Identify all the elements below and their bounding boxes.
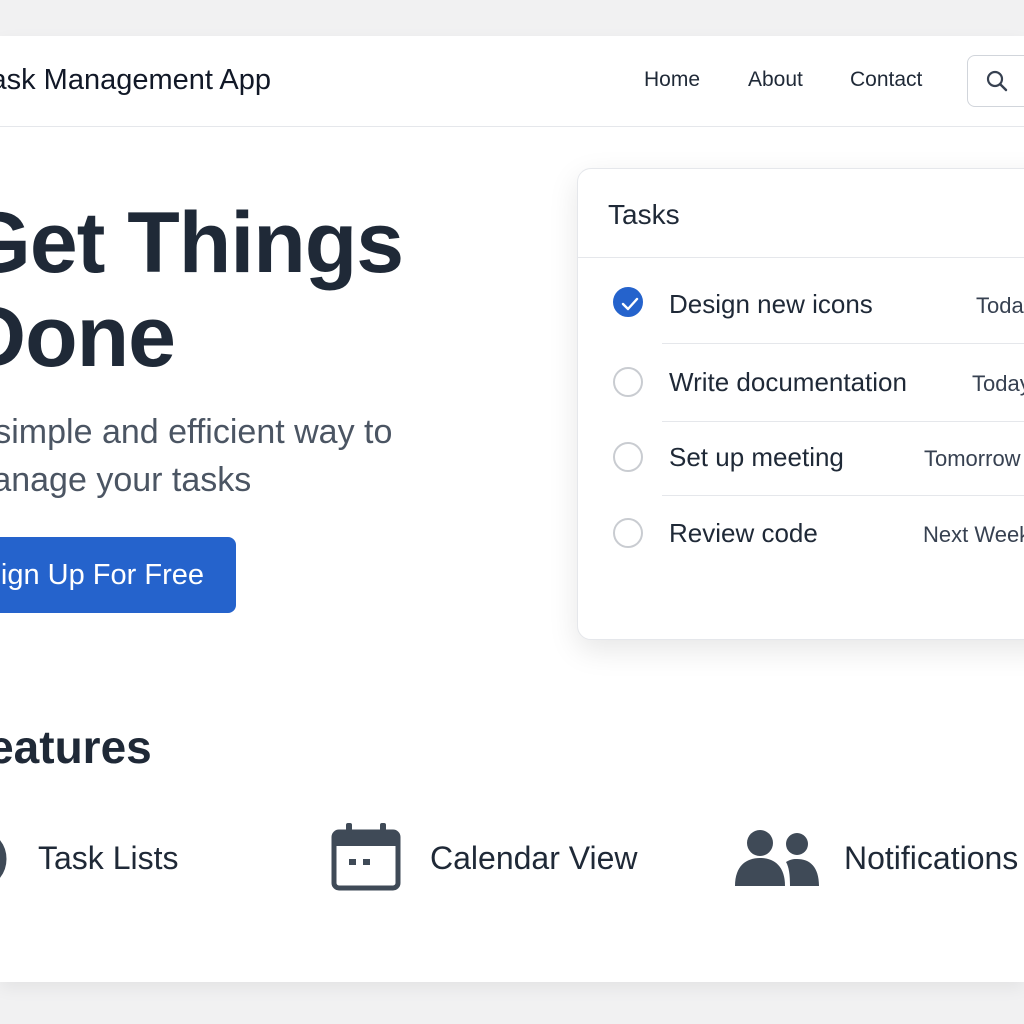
feature-calendar-view-label: Calendar View <box>430 840 638 876</box>
top-navbar: Task Management App Home About Contact <box>0 36 1024 127</box>
hero-subtitle-line-1: A simple and efficient way to <box>0 413 393 451</box>
hero-subtitle-line-2: manage your tasks <box>0 461 252 499</box>
task-name: Review code <box>669 518 818 548</box>
features-heading: Features <box>0 721 152 773</box>
task-name: Write documentation <box>669 367 907 397</box>
task-row[interactable]: Design new icons Today <box>578 265 1024 341</box>
task-row[interactable]: Write documentation Today <box>578 345 1024 421</box>
task-list-icon <box>0 840 7 878</box>
feature-notifications-label: Notifications <box>844 840 1019 876</box>
calendar-icon <box>331 823 401 891</box>
hero-title-line-1: Get Things <box>0 195 404 291</box>
task-due: Next Week <box>923 522 1024 547</box>
users-icon <box>735 830 819 886</box>
task-checkbox[interactable] <box>613 518 643 548</box>
hero-subtitle: A simple and efficient way to manage you… <box>0 408 392 504</box>
task-checkbox[interactable] <box>613 442 643 472</box>
task-due: Tomorrow <box>924 446 1021 471</box>
nav-about-link[interactable]: About <box>748 68 803 92</box>
hero-title: Get Things Done <box>0 195 404 385</box>
task-row[interactable]: Set up meeting Tomorrow <box>578 421 1024 497</box>
feature-task-lists-label: Task Lists <box>38 840 179 876</box>
task-due: Today <box>972 371 1024 396</box>
task-name: Set up meeting <box>669 442 844 472</box>
task-due: Today <box>976 293 1024 318</box>
divider <box>662 343 1024 344</box>
task-name: Design new icons <box>669 289 873 319</box>
landing-page: Task Management App Home About Contact G… <box>0 36 1024 982</box>
signup-button[interactable]: Sign Up For Free <box>0 537 236 613</box>
hero-title-line-2: Done <box>0 289 176 385</box>
task-row[interactable]: Review code Next Week <box>578 497 1024 573</box>
tasks-card-title: Tasks <box>608 199 680 230</box>
tasks-card: Tasks Design new icons Today Write docum… <box>577 168 1024 640</box>
search-icon <box>986 70 1008 92</box>
divider <box>578 257 1024 258</box>
app-title[interactable]: Task Management App <box>0 64 271 97</box>
checkmark-icon <box>621 297 639 311</box>
divider <box>662 495 1024 496</box>
nav-contact-link[interactable]: Contact <box>850 68 922 92</box>
search-button[interactable] <box>967 55 1024 107</box>
task-checkbox-checked[interactable] <box>613 287 643 317</box>
nav-home-link[interactable]: Home <box>644 68 700 92</box>
task-checkbox[interactable] <box>613 367 643 397</box>
